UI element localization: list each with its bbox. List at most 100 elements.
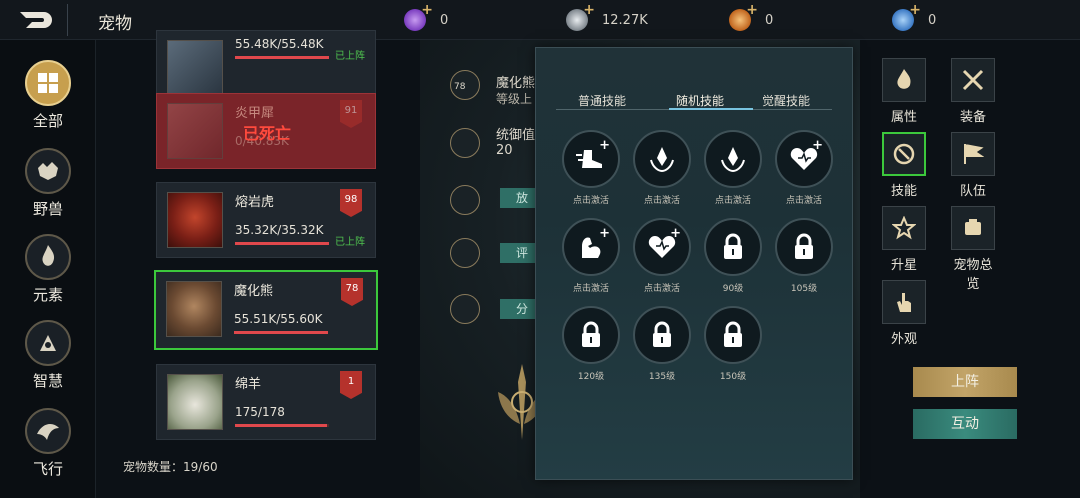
action-label: 属性 [890,110,917,125]
crystal-wreath-icon [633,130,691,188]
tab-awaken-skill[interactable]: 觉醒技能 [762,92,810,109]
hp-bar [235,242,329,245]
nav-label: 全部 [32,112,63,130]
star-up-button[interactable]: 升星 [880,206,928,273]
skill-slot[interactable]: + 点击激活 [774,130,834,206]
header-divider [67,4,68,36]
resource-purple[interactable]: + 0 [404,2,449,32]
skill-slot-locked[interactable]: 150级 [703,306,763,382]
skill-caption: 点击激活 [785,196,822,206]
skill-slot-locked[interactable]: 120级 [561,306,621,382]
resource-value: 0 [765,12,774,28]
skill-slot-locked[interactable]: 135级 [632,306,692,382]
skill-caption: 105级 [790,284,818,294]
skill-slot-locked[interactable]: 105级 [774,218,834,294]
resource-value: 12.27K [602,12,648,28]
nav-item-beast[interactable]: 野兽 [12,148,84,219]
skill-caption: 150级 [719,372,747,382]
skill-slot[interactable]: + 点击激活 [632,218,692,294]
pet-count-label: 宠物数量： [123,460,184,474]
pet-name: 绵羊 [235,377,262,392]
hp-bar [235,56,329,59]
crystal-wreath-icon [704,130,762,188]
tab-normal-skill[interactable]: 普通技能 [578,92,626,109]
appearance-button[interactable]: 外观 [880,280,928,347]
pet-hp: 55.48K/55.48K [235,37,324,51]
pet-thumbnail [166,281,222,337]
on-team-label: 已上阵 [335,51,365,62]
resource-orange[interactable]: + 0 [729,2,774,32]
nav-label: 智慧 [32,372,63,390]
level-badge: 1 [340,371,362,399]
skill-caption: 点击激活 [714,196,751,206]
nav-label: 野兽 [32,200,63,218]
skill-slot[interactable]: 点击激活 [632,130,692,206]
silver-coin-icon: + [566,2,595,31]
nav-item-element[interactable]: 元素 [12,234,84,305]
skill-panel: 普通技能 随机技能 觉醒技能 + 点击激活 点击激活 点击激活 + 点击激活 +… [535,47,853,480]
lock-icon [704,218,762,276]
nav-item-all[interactable]: 全部 [12,60,84,131]
category-nav: 全部 野兽 元素 智慧 飞行 [0,40,96,498]
skill-slot-locked[interactable]: 90级 [703,218,763,294]
nav-label: 飞行 [32,460,63,478]
share-icon [450,294,480,324]
pet-thumbnail [167,374,223,430]
page-title: 宠物 [98,14,132,34]
skill-caption: 90级 [722,284,744,294]
resource-blue[interactable]: + 0 [892,2,936,32]
equipment-button[interactable]: 装备 [949,58,997,125]
pet-hp: 55.51K/55.60K [234,312,323,326]
skill-slot[interactable]: + 点击激活 [561,130,621,206]
attributes-button[interactable]: 属性 [880,58,928,125]
active-tab-indicator [669,108,753,110]
detail-level-text: 等级上 [496,92,533,106]
team-button[interactable]: 队伍 [949,132,997,199]
wolf-icon [450,185,480,215]
pet-hp: 175/178 [235,405,285,419]
resource-value: 0 [440,12,449,28]
skill-caption: 点击激活 [572,284,609,294]
action-label: 队伍 [959,184,986,199]
overview-icon [951,206,995,250]
heart-plus-icon: + [633,218,691,276]
resource-silver[interactable]: + 12.27K [566,2,648,32]
tab-random-skill[interactable]: 随机技能 [676,92,724,109]
action-label: 技能 [890,184,917,199]
command-value: 20 [496,143,513,158]
detail-pet-name: 魔化熊 [496,76,536,91]
command-label: 统御值 [496,128,536,143]
nav-item-flight[interactable]: 飞行 [12,408,84,479]
purple-gem-icon: + [404,2,433,31]
pet-overview-button[interactable]: 宠物总览 [949,206,997,292]
pet-card-dead[interactable]: 炎甲犀 0/40.83K 91 已死亡 [156,93,376,169]
on-team-label: 已上阵 [335,237,365,248]
interact-button[interactable]: 互动 [913,409,1017,439]
flight-icon [25,408,71,454]
evaluate-icon [450,238,480,268]
skill-caption: 135级 [648,372,676,382]
pet-list: 55.48K/55.48K 已上阵 炎甲犀 0/40.83K 91 已死亡 熔岩… [110,30,410,498]
pet-card-selected[interactable]: 魔化熊 55.51K/55.60K 78 [154,270,378,350]
pet-card[interactable]: 熔岩虎 35.32K/35.32K 98 已上阵 [156,182,376,258]
skill-caption: 点击激活 [643,284,680,294]
crossed-swords-icon [951,58,995,102]
deploy-button[interactable]: 上阵 [913,367,1017,397]
speed-boot-icon: + [562,130,620,188]
action-label: 装备 [959,110,986,125]
lock-icon [633,306,691,364]
pet-card[interactable]: 绵羊 175/178 1 [156,364,376,440]
lock-icon [775,218,833,276]
skill-slot[interactable]: 点击激活 [703,130,763,206]
pet-hp: 35.32K/35.32K [235,223,324,237]
back-icon[interactable] [18,8,52,32]
nav-item-wisdom[interactable]: 智慧 [12,320,84,391]
pet-name: 魔化熊 [234,284,274,299]
skill-slot[interactable]: + 点击激活 [561,218,621,294]
wisdom-icon [25,320,71,366]
element-icon [25,234,71,280]
action-label: 外观 [890,332,917,347]
hp-bar [235,424,329,427]
skill-icon [882,132,926,176]
skills-button[interactable]: 技能 [880,132,928,199]
